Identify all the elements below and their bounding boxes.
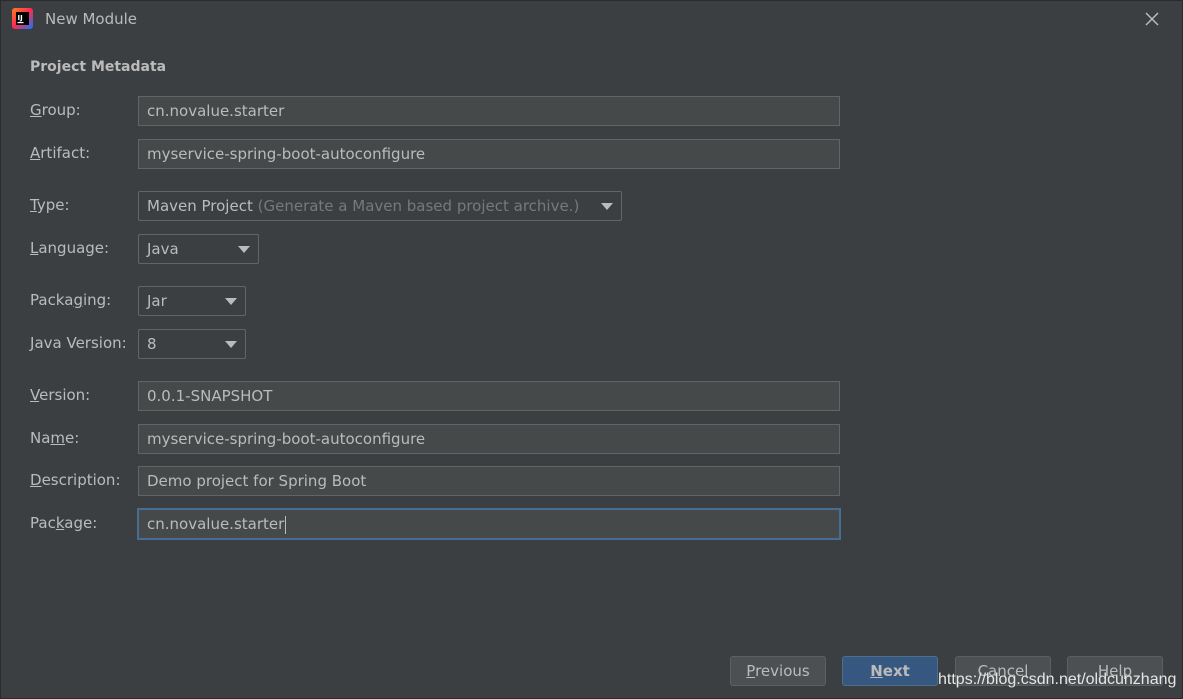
name-input[interactable]: myservice-spring-boot-autoconfigure	[138, 424, 840, 454]
packaging-dropdown[interactable]: Jar	[138, 286, 246, 316]
previous-button[interactable]: Previous	[730, 656, 826, 686]
type-label: Type:	[30, 196, 70, 214]
package-label: Package:	[30, 514, 98, 532]
new-module-dialog: IJ New Module Project Metadata Group: cn…	[0, 0, 1183, 699]
type-dropdown[interactable]: Maven Project (Generate a Maven based pr…	[138, 191, 622, 221]
intellij-idea-icon: IJ	[12, 8, 33, 29]
title-bar: IJ New Module	[1, 1, 1182, 37]
svg-text:IJ: IJ	[18, 14, 23, 22]
chevron-down-icon	[225, 298, 237, 305]
packaging-label: Packaging:	[30, 291, 112, 309]
package-value: cn.novalue.starter	[147, 515, 285, 533]
language-value: Java	[147, 240, 179, 258]
version-label: Version:	[30, 386, 91, 404]
group-input[interactable]: cn.novalue.starter	[138, 96, 840, 126]
next-button[interactable]: Next	[842, 656, 938, 686]
watermark-text: https://blog.csdn.net/oldcunzhang	[938, 671, 1177, 688]
description-input[interactable]: Demo project for Spring Boot	[138, 466, 840, 496]
chevron-down-icon	[238, 246, 250, 253]
packaging-value: Jar	[147, 292, 167, 310]
java-version-label: Java Version:	[30, 334, 127, 352]
dialog-title: New Module	[45, 10, 138, 28]
artifact-input[interactable]: myservice-spring-boot-autoconfigure	[138, 139, 840, 169]
package-input[interactable]: cn.novalue.starter	[137, 508, 841, 540]
name-label: Name:	[30, 429, 80, 447]
text-caret	[285, 515, 287, 534]
version-input[interactable]: 0.0.1-SNAPSHOT	[138, 381, 840, 411]
language-label: Language:	[30, 239, 110, 257]
java-version-dropdown[interactable]: 8	[138, 329, 246, 359]
group-label: Group:	[30, 101, 81, 119]
artifact-label: Artifact:	[30, 144, 91, 162]
section-title: Project Metadata	[30, 59, 167, 75]
java-version-value: 8	[147, 335, 157, 353]
chevron-down-icon	[225, 341, 237, 348]
type-value: Maven Project	[147, 197, 253, 215]
type-hint: (Generate a Maven based project archive.…	[257, 197, 580, 215]
language-dropdown[interactable]: Java	[138, 234, 259, 264]
chevron-down-icon	[601, 203, 613, 210]
description-label: Description:	[30, 471, 121, 489]
close-icon[interactable]	[1142, 9, 1162, 29]
